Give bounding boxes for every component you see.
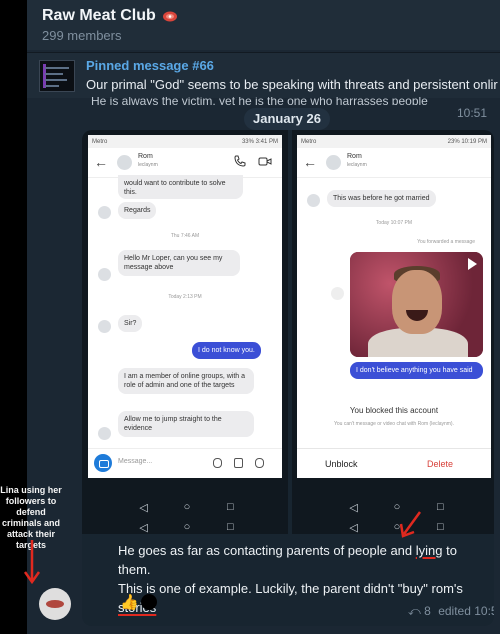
collage-divider [288, 130, 292, 534]
avatar [117, 155, 132, 170]
phone-icon [234, 155, 246, 167]
pinned-text: Our primal "God" seems to be speaking wi… [86, 77, 498, 92]
timestamp: Today 2:13 PM [168, 294, 202, 300]
android-nav-bar: ◁ ○ □ [122, 498, 252, 516]
forwarded-video-thumbnail [350, 252, 483, 357]
edited-time: edited 10:51 [438, 604, 494, 618]
date-separator: January 26 [244, 108, 330, 130]
sticker-icon [255, 458, 264, 468]
pinned-thumbnail [39, 60, 75, 92]
android-nav-bar: ◁ ○ □ [122, 518, 252, 536]
chat-bubble-in: This was before he got married [327, 190, 436, 207]
forward-count: 8 [424, 604, 431, 618]
dm-app-bar: ← Rom leclaynm [297, 148, 491, 178]
unblock-button: Unblock [325, 459, 358, 469]
back-triangle-icon: ◁ [139, 521, 148, 534]
screenshot-right: Metro 23% 10:19 PM ← Rom leclaynm This w… [297, 135, 491, 478]
pinned-message-bar[interactable]: Pinned message #66 Our primal "God" seem… [27, 52, 500, 98]
screenshot-left: Metro 33% 3:41 PM ← Rom leclaynm would w… [88, 135, 282, 478]
chat-title: Raw Meat Club [42, 7, 178, 25]
chat-bubble-in: would want to contribute to solve this. [118, 175, 243, 199]
back-arrow-icon: ← [94, 154, 108, 170]
dm-app-bar: ← Rom leclaynm [88, 148, 282, 178]
chat-bubble-in: I am a member of online groups, with a r… [118, 368, 254, 394]
avatar [98, 206, 111, 219]
chat-title-text: Raw Meat Club [42, 7, 156, 24]
recents-square-icon: □ [226, 501, 234, 513]
pinned-title: Pinned message #66 [86, 58, 214, 73]
timestamp: Thu 7:46 AM [170, 233, 200, 239]
reactor-avatar [140, 594, 157, 610]
forwarded-note: You forwarded a message [417, 239, 475, 245]
previous-message-text: He is always the victim, yet he is the o… [91, 97, 428, 105]
recents-square-icon: □ [436, 521, 444, 533]
red-arrow-icon [399, 511, 422, 538]
status-right: 33% 3:41 PM [241, 138, 278, 145]
home-circle-icon: ○ [183, 521, 191, 533]
home-circle-icon: ○ [183, 501, 191, 513]
reactions[interactable]: 👍 [120, 593, 157, 611]
telegram-chat-window: Raw Meat Club 299 members Pinned message… [27, 0, 500, 634]
blocked-title: You blocked this account [349, 406, 439, 415]
back-triangle-icon: ◁ [349, 521, 358, 534]
meat-icon [162, 11, 177, 21]
previous-message-time: 10:51 [457, 106, 488, 120]
contact-handle: leclaynm [138, 162, 158, 168]
recents-square-icon: □ [226, 521, 234, 533]
carrier-label: Metro [301, 138, 317, 145]
message-placeholder: Message... [118, 458, 153, 465]
status-right: 23% 10:19 PM [447, 138, 487, 145]
microphone-icon [213, 458, 222, 468]
video-camera-icon [258, 157, 272, 166]
back-triangle-icon: ◁ [349, 501, 358, 514]
message-input-bar: Message... [88, 448, 282, 478]
screenshot-collage[interactable]: Metro 33% 3:41 PM ← Rom leclaynm would w… [82, 130, 494, 534]
avatar [326, 155, 341, 170]
status-bar: Metro 33% 3:41 PM [88, 135, 282, 148]
avatar [98, 268, 111, 281]
play-icon [468, 258, 477, 270]
message-line-1: He goes as far as contacting parents of … [118, 543, 457, 577]
avatar [307, 194, 320, 207]
message-bubble[interactable]: Metro 33% 3:41 PM ← Rom leclaynm would w… [82, 130, 494, 626]
chat-bubble-in: Allow me to jump straight to the evidenc… [118, 411, 254, 437]
blocked-actions: Unblock Delete [297, 448, 491, 478]
chat-bubble-in: Hello Mr Loper, can you see my message a… [118, 250, 240, 276]
chat-bubble-out: I do not know you. [192, 342, 261, 359]
member-count: 299 members [42, 28, 122, 43]
blocked-subtitle: You can't message or video chat with Rom… [334, 421, 454, 427]
contact-name: Rom [347, 153, 362, 160]
timestamp: Today 10:07 PM [375, 220, 413, 226]
contact-handle: leclaynm [347, 162, 367, 168]
chat-bubble-in: Regards [118, 202, 157, 219]
avatar [98, 320, 111, 333]
contact-name: Rom [138, 153, 153, 160]
red-arrow-icon [23, 540, 41, 585]
delete-button: Delete [427, 459, 454, 469]
chat-bubble-out: I don't believe anything you have said [350, 362, 483, 379]
underlined-word: lying [415, 543, 443, 558]
recents-square-icon: □ [436, 501, 444, 513]
sender-avatar[interactable] [39, 588, 71, 620]
thumbs-up-reaction[interactable]: 👍 [120, 593, 139, 611]
camera-icon [94, 454, 112, 472]
status-bar: Metro 23% 10:19 PM [297, 135, 491, 148]
back-arrow-icon: ← [303, 154, 317, 170]
back-triangle-icon: ◁ [139, 501, 148, 514]
image-icon [234, 458, 243, 468]
carrier-label: Metro [92, 138, 108, 145]
chat-header[interactable]: Raw Meat Club 299 members [27, 0, 500, 50]
chat-bubble-in: Sir? [118, 315, 143, 332]
forward-arrow-icon: ⤺ [408, 604, 421, 618]
share-icon [331, 287, 344, 300]
avatar [98, 427, 111, 440]
message-meta: ⤺ 8 edited 10:51 [408, 604, 494, 619]
